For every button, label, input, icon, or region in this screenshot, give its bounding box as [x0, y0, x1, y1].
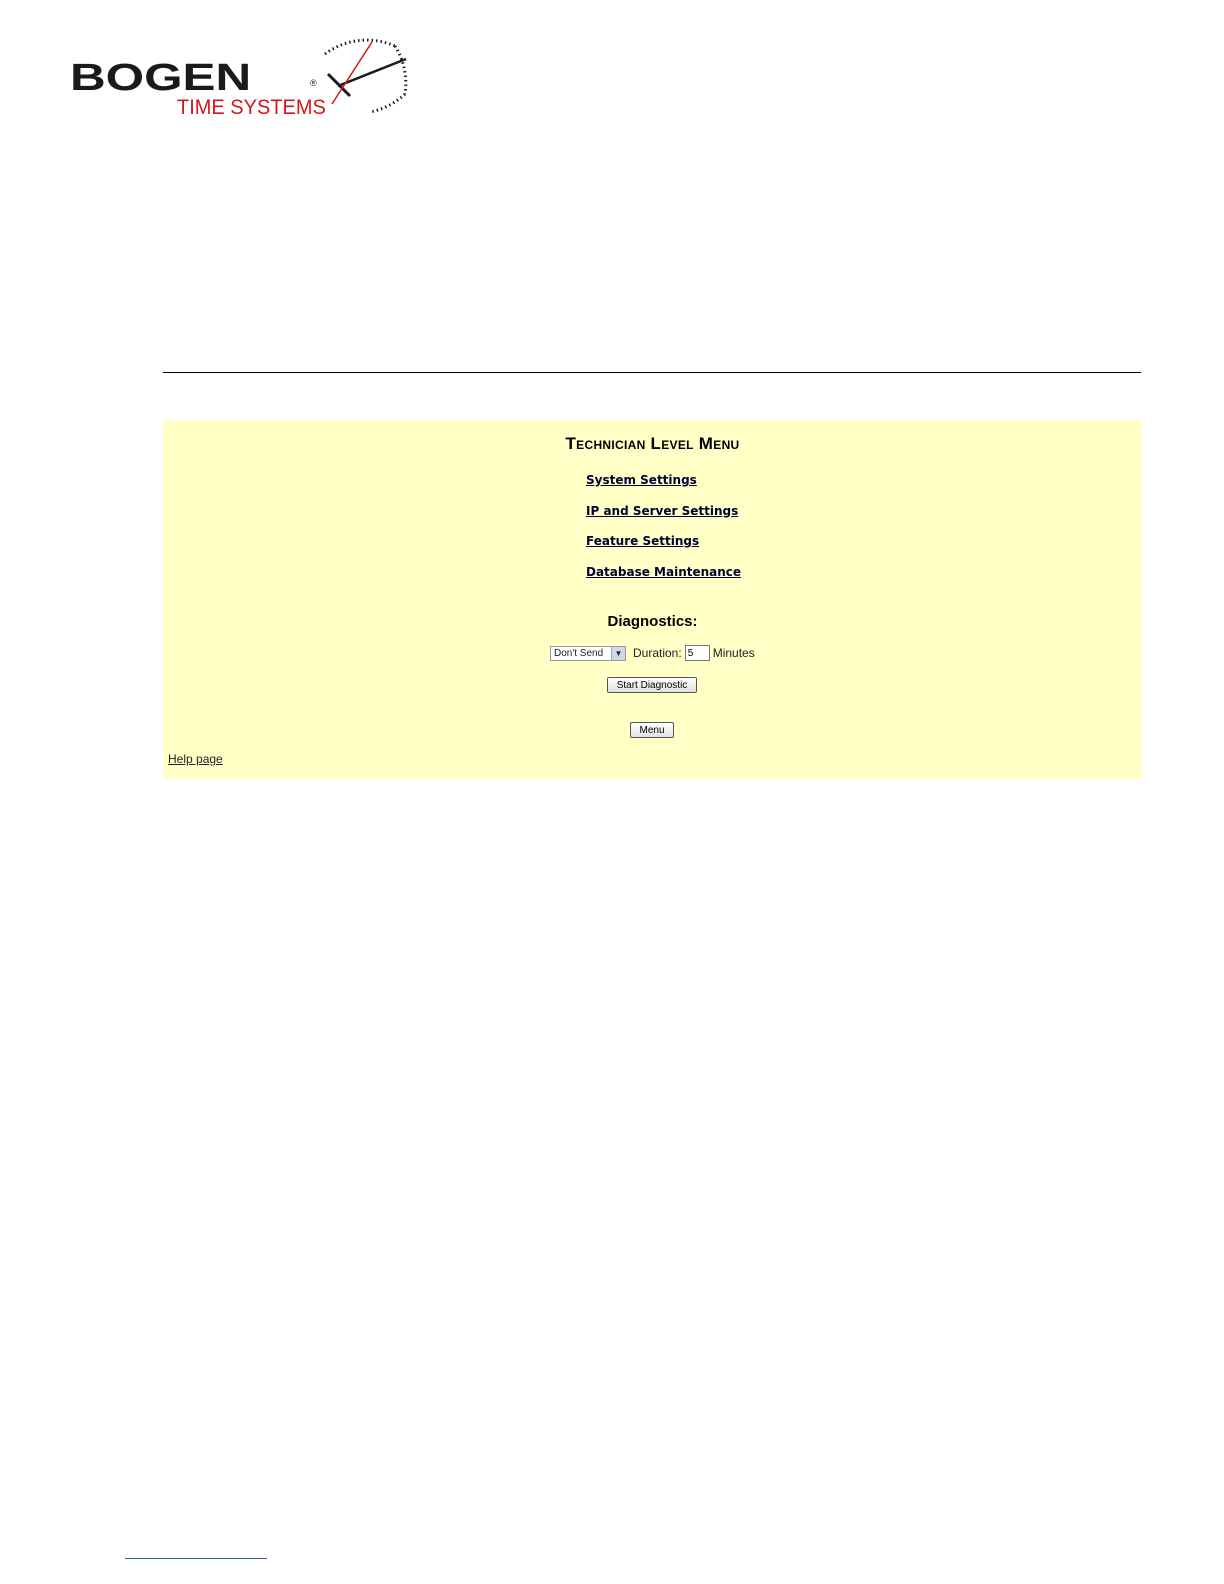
logo-wordmark: BOGEN — [70, 56, 251, 98]
start-diagnostic-button[interactable]: Start Diagnostic — [607, 677, 697, 693]
database-maintenance-link[interactable]: Database Maintenance — [586, 565, 741, 596]
settings-link-list: System Settings IP and Server Settings F… — [586, 473, 741, 595]
diagnostics-heading: Diagnostics: — [607, 613, 698, 630]
feature-settings-link[interactable]: Feature Settings — [586, 534, 741, 565]
header-divider — [163, 372, 1141, 373]
chevron-down-icon[interactable]: ▼ — [611, 646, 625, 660]
diagnostics-controls: Don't Send ▼ Duration: Minutes — [550, 644, 755, 662]
system-settings-link[interactable]: System Settings — [586, 473, 741, 504]
duration-label: Duration: — [633, 646, 682, 660]
page-title: Technician Level Menu — [565, 434, 740, 453]
minutes-label: Minutes — [712, 646, 755, 660]
footer-divider — [125, 1558, 267, 1559]
duration-input[interactable] — [684, 645, 710, 661]
clock-icon — [324, 38, 408, 114]
ip-server-settings-link[interactable]: IP and Server Settings — [586, 504, 741, 535]
select-value: Don't Send — [554, 647, 604, 659]
logo-tagline: TIME SYSTEMS — [177, 95, 326, 116]
technician-menu-panel: Technician Level Menu System Settings IP… — [163, 420, 1142, 779]
help-page-link[interactable]: Help page — [168, 752, 223, 766]
logo-graphic: BOGEN ® TIME SYSTEMS — [70, 38, 408, 119]
bogen-logo: BOGEN ® TIME SYSTEMS — [70, 34, 415, 119]
diagnostic-send-select[interactable]: Don't Send ▼ — [550, 645, 626, 661]
menu-button[interactable]: Menu — [630, 722, 674, 738]
registered-mark: ® — [310, 78, 317, 88]
